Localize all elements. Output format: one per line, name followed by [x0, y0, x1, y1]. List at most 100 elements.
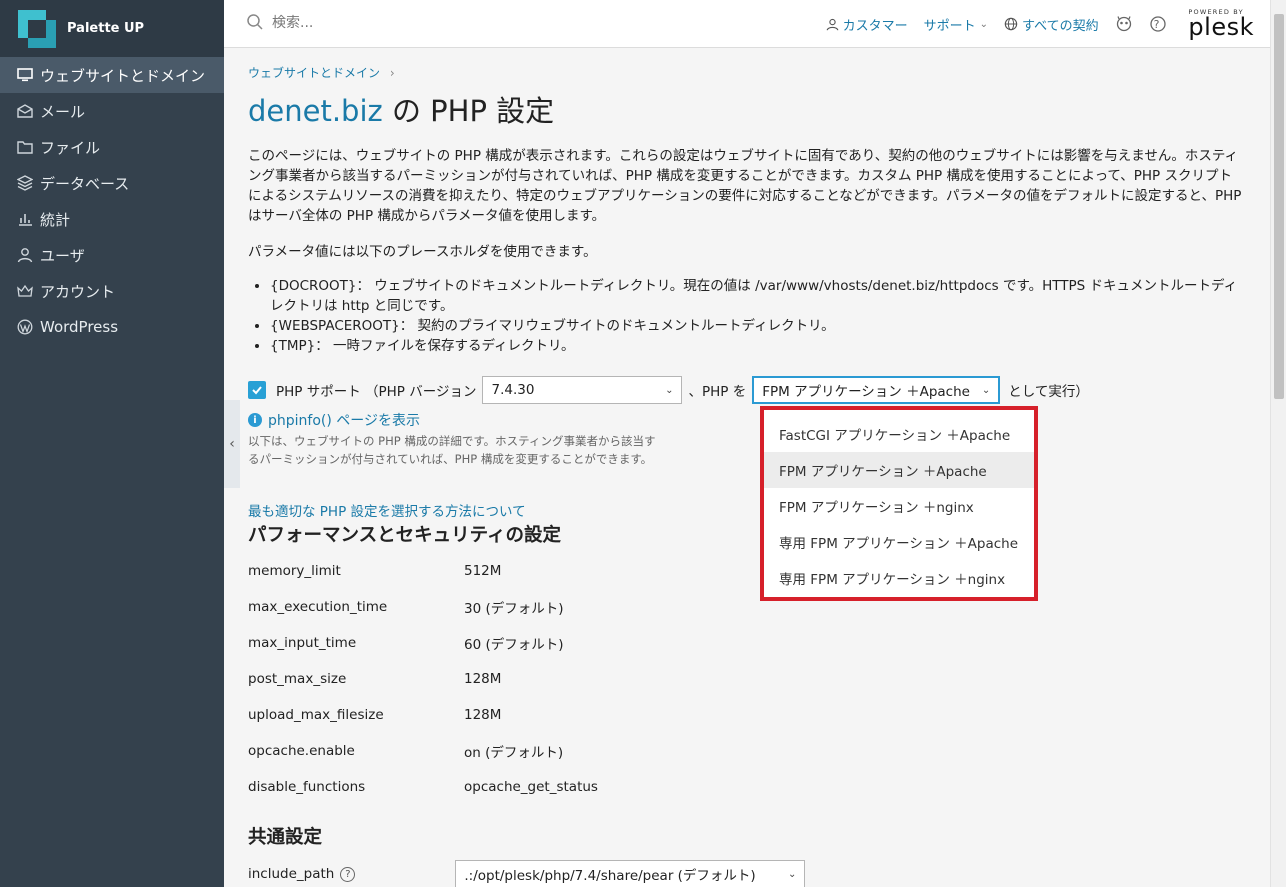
list-item: {DOCROOT}： ウェブサイトのドキュメントルートディレクトリ。現在の値は … — [270, 276, 1244, 316]
php-version-select[interactable]: 7.4.30 ⌄ — [482, 376, 683, 404]
breadcrumb-separator: › — [389, 66, 395, 80]
sidebar-item-label: アカウント — [40, 282, 116, 301]
list-item: {TMP}： 一時ファイルを保存するディレクトリ。 — [270, 336, 1244, 356]
param-row: max_execution_time 30 (デフォルト) — [248, 589, 598, 625]
crown-icon — [16, 282, 34, 300]
check-icon — [252, 386, 262, 395]
scrollbar-thumb[interactable] — [1274, 14, 1284, 399]
param-key: opcache.enable — [248, 743, 355, 759]
sidebar-item-files[interactable]: ファイル — [0, 129, 224, 165]
breadcrumb[interactable]: ウェブサイトとドメイン › — [248, 64, 395, 81]
support-label: サポート — [923, 18, 976, 34]
phpinfo-link[interactable]: i phpinfo() ページを表示 — [248, 410, 420, 430]
php-support-label: PHP サポート （PHP バージョン — [276, 384, 477, 400]
chevron-down-icon: ⌄ — [981, 384, 991, 396]
howto-link[interactable]: 最も適切な PHP 設定を選択する方法について — [248, 500, 526, 520]
sidebar-item-label: 統計 — [40, 210, 71, 229]
sidebar: Palette UP ウェブサイトとドメイン メール ファイル データベース 統… — [0, 0, 224, 887]
page-title-rest: の PHP 設定 — [382, 94, 555, 128]
subscriptions-label: すべての契約 — [1022, 18, 1099, 34]
params-list: memory_limit 512M max_execution_time 30 (デ… — [248, 553, 598, 805]
php-config-hint: 以下は、ウェブサイトの PHP 構成の詳細です。ホスティング事業者から該当するパ… — [248, 434, 656, 466]
intro-text: このページには、ウェブサイトの PHP 構成が表示されます。これらの設定はウェブ… — [248, 148, 1242, 224]
dropdown-options: FastCGI アプリケーション ＋Apache FPM アプリケーション ＋A… — [764, 410, 1034, 596]
include-path-label: include_path — [248, 866, 335, 882]
info-icon: i — [248, 413, 262, 427]
database-icon — [16, 174, 34, 192]
help-icon[interactable]: ? — [1149, 15, 1173, 33]
chevron-left-icon: ‹ — [229, 436, 235, 452]
brand[interactable]: Palette UP — [0, 0, 224, 57]
help-icon[interactable]: ? — [340, 866, 356, 882]
list-item: {WEBSPACEROOT}： 契約のプライマリウェブサイトのドキュメントルート… — [270, 316, 1244, 336]
globe-icon — [1004, 17, 1018, 31]
php-support-checkbox[interactable] — [248, 381, 266, 399]
user-icon — [826, 18, 838, 30]
param-value[interactable]: 512M — [464, 563, 501, 579]
subscriptions-link[interactable]: すべての契約 — [1004, 15, 1099, 34]
top-header: 検索... カスタマー サポート ⌄ すべての契約 ? POWERED BY p… — [224, 0, 1270, 48]
phpinfo-label: phpinfo() ページを表示 — [268, 413, 420, 429]
php-handler-dropdown: FastCGI アプリケーション ＋Apache FPM アプリケーション ＋A… — [760, 406, 1038, 601]
mascot-icon[interactable] — [1115, 15, 1133, 33]
run-as-label: として実行） — [1008, 384, 1089, 400]
customer-menu[interactable]: カスタマー — [826, 15, 908, 34]
dropdown-option-fastcgi-apache[interactable]: FastCGI アプリケーション ＋Apache — [764, 416, 1034, 452]
plesk-logo: POWERED BY plesk — [1188, 9, 1254, 40]
sidebar-item-label: ファイル — [40, 138, 101, 157]
monitor-icon — [16, 66, 34, 84]
param-value[interactable]: opcache_get_status — [464, 779, 598, 795]
sidebar-collapse-button[interactable]: ‹ — [224, 400, 240, 488]
param-value[interactable]: 128M — [464, 707, 501, 723]
param-key: max_execution_time — [248, 599, 388, 615]
php-handler-value: FPM アプリケーション ＋Apache — [762, 384, 970, 400]
sidebar-item-websites[interactable]: ウェブサイトとドメイン — [0, 57, 224, 93]
param-value[interactable]: 30 (デフォルト) — [464, 597, 564, 617]
search-placeholder: 検索... — [272, 15, 314, 31]
dropdown-option-dedicated-fpm-nginx[interactable]: 専用 FPM アプリケーション ＋nginx — [764, 560, 1034, 596]
folder-icon — [16, 138, 34, 156]
chevron-down-icon: ⌄ — [787, 868, 797, 880]
search-box[interactable]: 検索... — [246, 12, 313, 32]
section-title-common: 共通設定 — [248, 827, 323, 848]
sidebar-item-label: メール — [40, 102, 86, 121]
page-title: denet.biz の PHP 設定 — [248, 88, 554, 130]
support-menu[interactable]: サポート ⌄ — [924, 15, 988, 34]
dropdown-option-fpm-nginx[interactable]: FPM アプリケーション ＋nginx — [764, 488, 1034, 524]
sidebar-item-mail[interactable]: メール — [0, 93, 224, 129]
sidebar-item-account[interactable]: アカウント — [0, 273, 224, 309]
plesk-wordmark: plesk — [1188, 13, 1254, 42]
dropdown-option-fpm-apache[interactable]: FPM アプリケーション ＋Apache — [764, 452, 1034, 488]
page-title-domain: denet.biz — [248, 94, 383, 128]
dropdown-option-dedicated-fpm-apache[interactable]: 専用 FPM アプリケーション ＋Apache — [764, 524, 1034, 560]
bar-chart-icon — [16, 210, 34, 228]
sidebar-item-label: WordPress — [40, 318, 119, 336]
breadcrumb-link[interactable]: ウェブサイトとドメイン — [248, 66, 380, 80]
sidebar-item-users[interactable]: ユーザ — [0, 237, 224, 273]
param-value[interactable]: 60 (デフォルト) — [464, 633, 564, 653]
include-path-select[interactable]: .:/opt/plesk/php/7.4/share/pear (デフォルト) … — [455, 860, 806, 887]
placeholder-intro: パラメータ値には以下のプレースホルダを使用できます。 — [248, 244, 597, 260]
chevron-down-icon: ⌄ — [979, 18, 988, 30]
param-value[interactable]: on (デフォルト) — [464, 741, 563, 761]
sidebar-item-label: ユーザ — [40, 246, 85, 265]
sidebar-item-wordpress[interactable]: WordPress — [0, 309, 224, 345]
param-row: upload_max_filesize 128M — [248, 697, 598, 733]
customer-label: カスタマー — [842, 18, 908, 34]
php-handler-select[interactable]: FPM アプリケーション ＋Apache ⌄ — [752, 376, 1001, 404]
include-path-row: include_path ? .:/opt/plesk/php/7.4/shar… — [248, 860, 806, 887]
php-support-row: PHP サポート （PHP バージョン 7.4.30 ⌄ 、PHP を FPM … — [248, 376, 1089, 404]
param-key: post_max_size — [248, 671, 347, 687]
php-as-label: 、PHP を — [688, 384, 747, 400]
param-row: post_max_size 128M — [248, 661, 598, 697]
sidebar-item-statistics[interactable]: 統計 — [0, 201, 224, 237]
page-scrollbar[interactable] — [1270, 0, 1286, 887]
param-row: disable_functions opcache_get_status — [248, 769, 598, 805]
wordpress-icon — [16, 318, 34, 336]
param-value[interactable]: 128M — [464, 671, 501, 687]
param-row: max_input_time 60 (デフォルト) — [248, 625, 598, 661]
sidebar-item-label: ウェブサイトとドメイン — [40, 66, 206, 85]
param-row: memory_limit 512M — [248, 553, 598, 589]
sidebar-item-databases[interactable]: データベース — [0, 165, 224, 201]
param-row: opcache.enable on (デフォルト) — [248, 733, 598, 769]
